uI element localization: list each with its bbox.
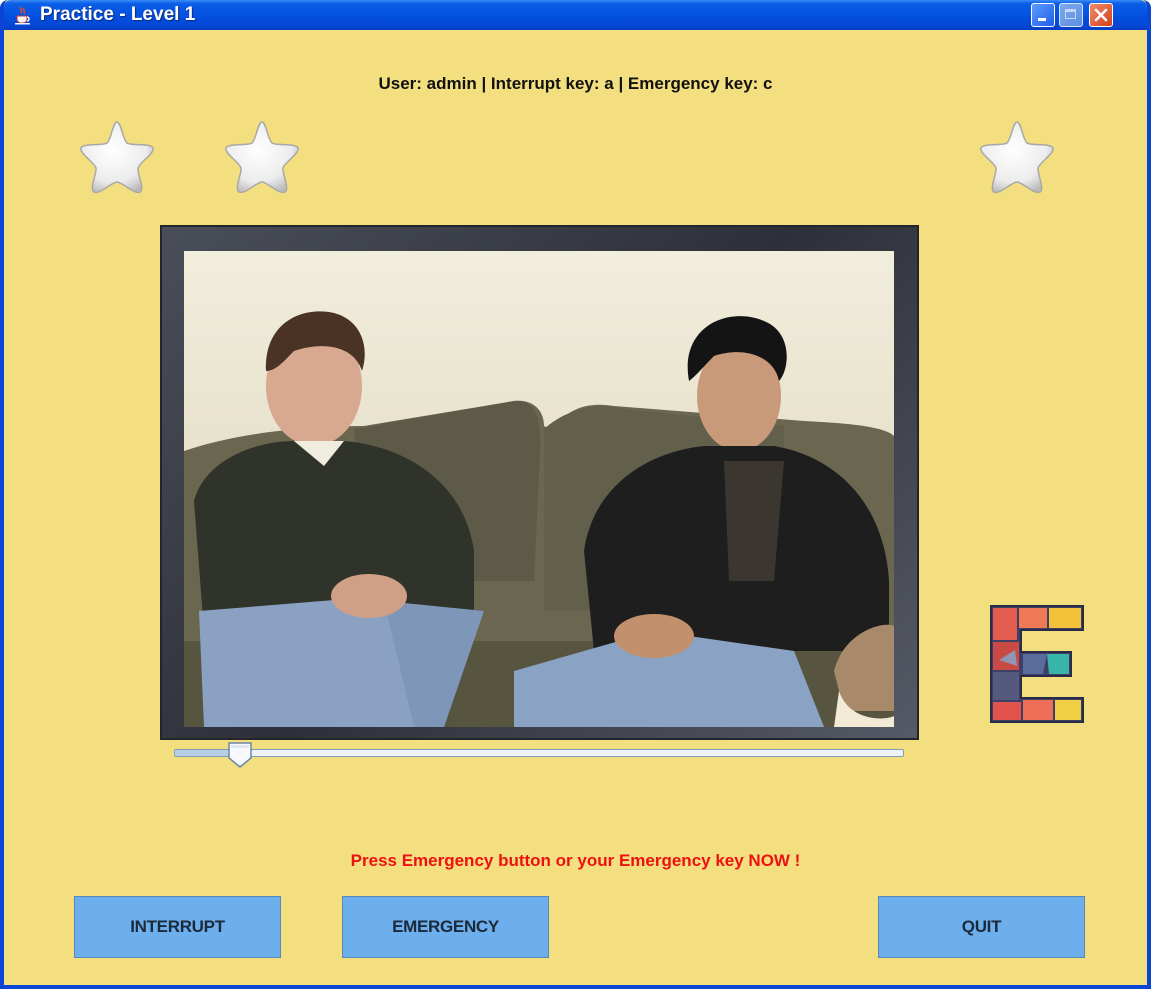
java-cup-icon — [15, 6, 30, 25]
star-icon — [80, 121, 154, 194]
minimize-button[interactable] — [1031, 3, 1055, 27]
interrupt-button[interactable]: INTERRUPT — [74, 896, 281, 958]
video-frame — [160, 225, 919, 740]
star-icon — [225, 121, 299, 194]
window-title: Practice - Level 1 — [40, 4, 196, 25]
video-scene-image — [184, 251, 894, 727]
maximize-button[interactable] — [1059, 3, 1083, 27]
emergency-button[interactable]: EMERGENCY — [342, 896, 549, 958]
quit-button[interactable]: QUIT — [878, 896, 1085, 958]
slider-thumb-handle[interactable] — [227, 741, 253, 769]
minimize-icon — [1038, 18, 1046, 21]
video-progress-slider[interactable] — [174, 749, 904, 757]
main-panel: User: admin | Interrupt key: a | Emergen… — [4, 30, 1147, 985]
close-icon — [1094, 8, 1108, 22]
maximize-icon — [1065, 9, 1076, 19]
title-bar[interactable]: Practice - Level 1 — [4, 0, 1147, 30]
star-icon — [980, 121, 1054, 194]
app-window: Practice - Level 1 User: admin | Interru… — [0, 0, 1151, 989]
mosaic-letter-e-icon — [990, 605, 1084, 723]
user-status-line: User: admin | Interrupt key: a | Emergen… — [378, 74, 773, 93]
emergency-alert-message: Press Emergency button or your Emergency… — [350, 851, 801, 870]
close-button[interactable] — [1089, 3, 1113, 27]
video-player[interactable] — [184, 251, 894, 727]
